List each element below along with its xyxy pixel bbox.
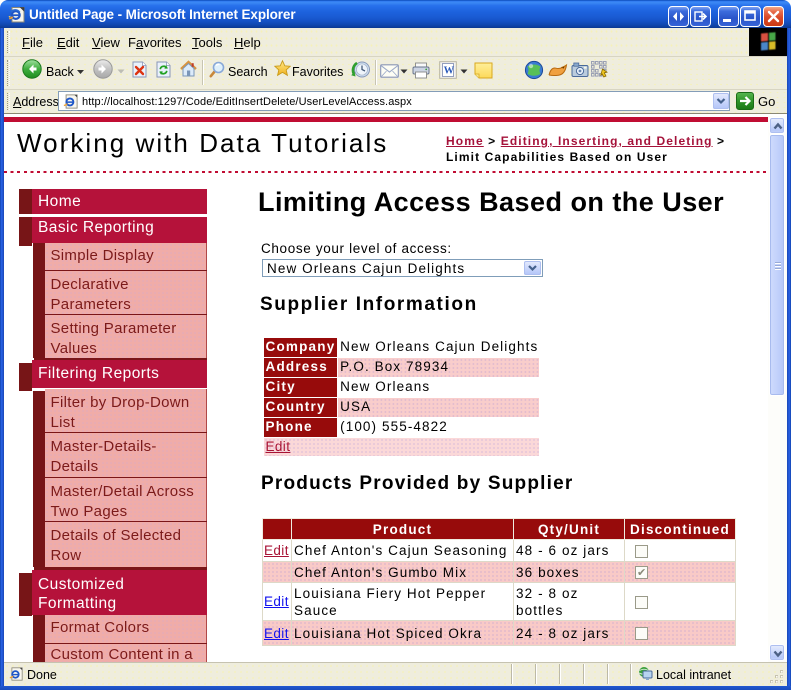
svg-text:W: W <box>444 66 455 77</box>
